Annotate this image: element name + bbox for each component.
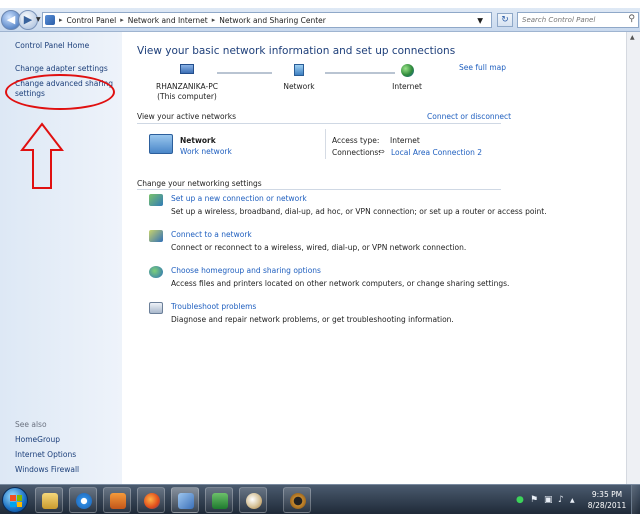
taskbar-explorer[interactable] (35, 487, 63, 513)
task-description: Diagnose and repair network problems, or… (171, 315, 454, 324)
task-description: Access files and printers located on oth… (171, 279, 510, 288)
nav-control-panel-home[interactable]: Control Panel Home (15, 41, 89, 51)
change-settings-heading: Change your networking settings (137, 179, 262, 188)
divider (325, 129, 326, 159)
action-center-flag-icon[interactable]: ⚑ (530, 495, 538, 505)
chevron-right-icon[interactable]: ▸ (120, 16, 124, 24)
status-dot-icon[interactable]: ● (516, 495, 524, 505)
homegroup-icon (149, 266, 163, 278)
media-player-icon (110, 493, 126, 509)
network-icon (294, 64, 304, 76)
paint-icon (246, 493, 262, 509)
see-full-map-link[interactable]: See full map (459, 63, 506, 72)
access-type-label: Access type: (332, 136, 380, 145)
active-network-name: Network (180, 136, 216, 145)
local-area-connection-link[interactable]: Local Area Connection 2 (391, 148, 482, 157)
breadcrumb[interactable]: ▸ Control Panel ▸ Network and Internet ▸… (42, 12, 492, 28)
clock-date: 8/28/2011 (587, 501, 627, 510)
volume-icon[interactable]: ♪ (558, 495, 564, 505)
refresh-button[interactable]: ↻ (497, 13, 513, 27)
firefox-icon (144, 493, 160, 509)
show-hidden-icons-icon[interactable]: ▲ (570, 497, 575, 504)
map-node-network[interactable]: Network (277, 64, 321, 92)
taskbar-firefox[interactable] (137, 487, 165, 513)
divider (137, 189, 501, 190)
breadcrumb-item[interactable]: Control Panel (67, 16, 117, 25)
search-icon[interactable]: ⚲ (628, 14, 635, 24)
nav-internet-options[interactable]: Internet Options (15, 450, 76, 460)
taskbar-media-player[interactable] (103, 487, 131, 513)
task-description: Connect or reconnect to a wireless, wire… (171, 243, 467, 252)
left-nav-pane: Control Panel Home Change adapter settin… (0, 32, 122, 484)
show-desktop-button[interactable] (631, 485, 640, 514)
computer-icon (180, 64, 194, 74)
setup-connection-link[interactable]: Set up a new connection or network (171, 194, 307, 203)
page-title: View your basic network information and … (137, 45, 456, 57)
explorer-icon (42, 493, 58, 509)
map-node-label: Internet (392, 82, 422, 91)
troubleshoot-link[interactable]: Troubleshoot problems (171, 302, 256, 311)
taskbar: ● ⚑ ▣ ♪ ▲ 9:35 PM 8/28/2011 (0, 484, 640, 514)
globe-icon (400, 64, 414, 77)
search-box[interactable]: ⚲ (517, 12, 639, 28)
new-connection-icon (149, 194, 163, 206)
annotation-ellipse (5, 74, 115, 110)
connections-label: Connections: (332, 148, 381, 157)
system-tray: ● ⚑ ▣ ♪ ▲ 9:35 PM 8/28/2011 (510, 485, 640, 514)
chevron-right-icon[interactable]: ▸ (59, 16, 63, 24)
map-node-label: Network (283, 82, 315, 91)
taskbar-ring-app[interactable] (283, 487, 311, 513)
windows-logo-icon (10, 495, 22, 507)
nav-windows-firewall[interactable]: Windows Firewall (15, 465, 79, 475)
see-also-label: See also (15, 420, 47, 429)
nav-homegroup[interactable]: HomeGroup (15, 435, 60, 445)
main-content: View your basic network information and … (122, 32, 626, 484)
connect-or-disconnect-link[interactable]: Connect or disconnect (427, 112, 511, 121)
map-node-label: RHANZANIKA-PC (156, 82, 218, 91)
start-button[interactable] (2, 487, 28, 513)
network-map: RHANZANIKA-PC (This computer) Network In… (156, 62, 457, 142)
annotation-arrow (20, 122, 64, 189)
ring-app-icon (290, 493, 306, 509)
network-type-link[interactable]: Work network (180, 147, 232, 156)
control-panel-icon (45, 15, 55, 25)
control-panel-icon (178, 493, 194, 509)
access-type-value: Internet (390, 136, 420, 145)
work-network-icon[interactable] (149, 134, 173, 154)
ethernet-icon: ⇔ (378, 147, 385, 156)
scroll-up-icon[interactable]: ▲ (630, 34, 635, 41)
breadcrumb-item[interactable]: Network and Sharing Center (219, 16, 326, 25)
search-input[interactable] (518, 13, 622, 27)
map-node-internet[interactable]: Internet (385, 64, 429, 92)
connect-network-link[interactable]: Connect to a network (171, 230, 252, 239)
homegroup-link[interactable]: Choose homegroup and sharing options (171, 266, 321, 275)
taskbar-excel[interactable] (205, 487, 233, 513)
clock[interactable]: 9:35 PM 8/28/2011 (583, 489, 631, 511)
map-node-sublabel: (This computer) (157, 92, 217, 101)
taskbar-control-panel[interactable] (171, 487, 199, 513)
network-tray-icon[interactable]: ▣ (544, 495, 553, 505)
internet-explorer-icon (76, 493, 92, 509)
vertical-scrollbar[interactable]: ▲ (626, 32, 640, 484)
clock-time: 9:35 PM (591, 490, 623, 499)
troubleshoot-icon (149, 302, 163, 314)
recent-pages-dropdown-icon[interactable]: ▼ (36, 16, 41, 23)
task-description: Set up a wireless, broadband, dial-up, a… (171, 207, 547, 216)
nav-change-adapter-settings[interactable]: Change adapter settings (15, 64, 108, 74)
address-bar: ◀ ▶ ▼ ▸ Control Panel ▸ Network and Inte… (0, 8, 640, 32)
map-node-computer[interactable]: RHANZANIKA-PC (This computer) (147, 64, 227, 102)
breadcrumb-item[interactable]: Network and Internet (128, 16, 208, 25)
taskbar-paint[interactable] (239, 487, 267, 513)
chevron-down-icon[interactable]: ▼ (477, 16, 483, 25)
taskbar-internet-explorer[interactable] (69, 487, 97, 513)
active-networks-heading: View your active networks (137, 112, 236, 121)
divider (137, 123, 501, 124)
connect-network-icon (149, 230, 163, 242)
chevron-right-icon[interactable]: ▸ (212, 16, 216, 24)
forward-button[interactable]: ▶ (18, 10, 38, 30)
excel-icon (212, 493, 228, 509)
